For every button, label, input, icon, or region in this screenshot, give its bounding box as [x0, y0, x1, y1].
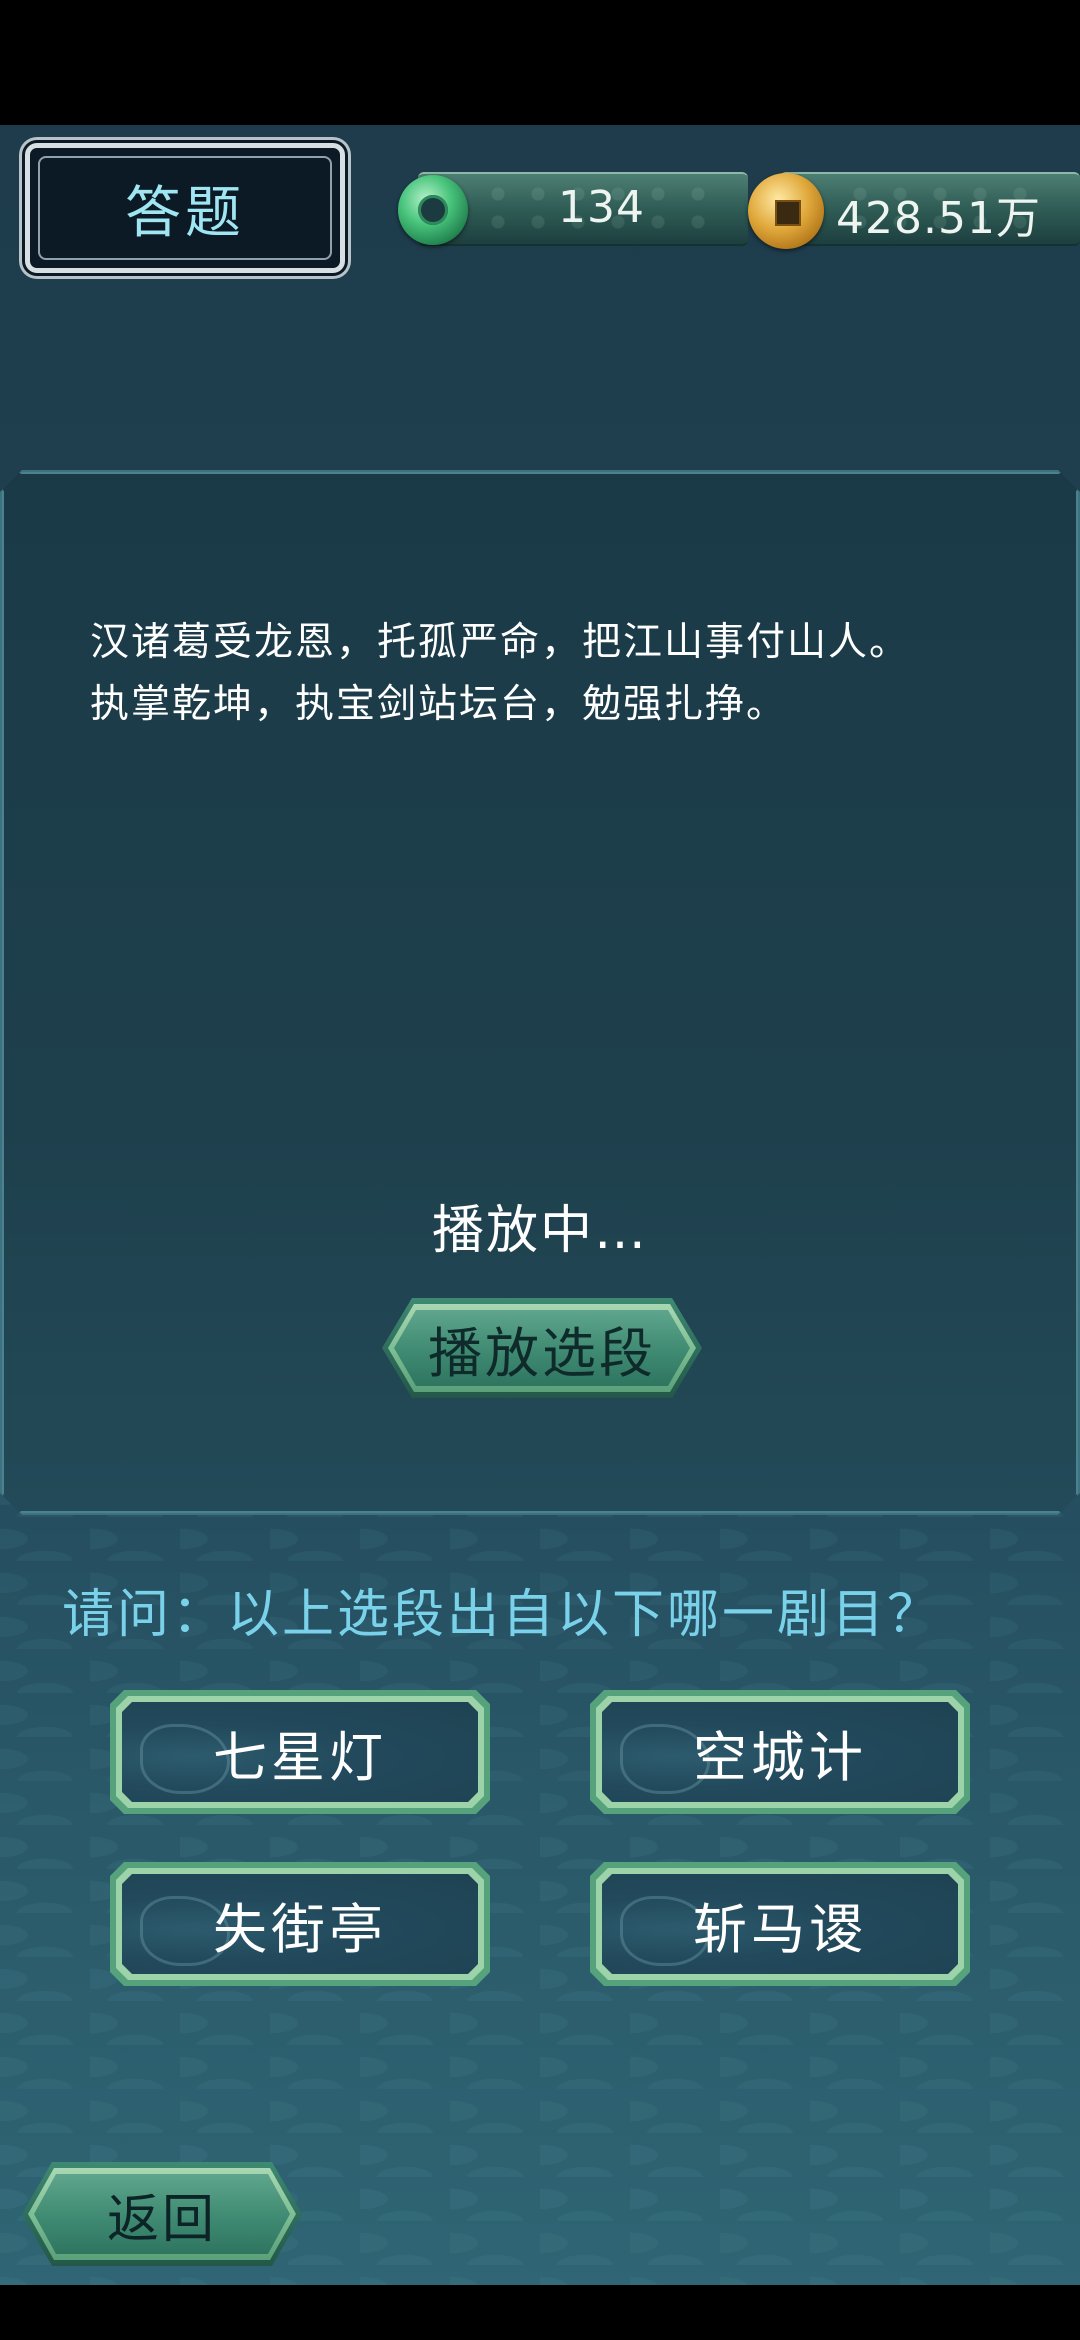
lyrics-line: 执掌乾坤，执宝剑站坛台，勉强扎挣。 — [90, 682, 788, 727]
answer-option[interactable]: 失街亭 — [110, 1862, 490, 1986]
answer-option[interactable]: 斩马谡 — [590, 1862, 970, 1986]
answer-option[interactable]: 空城计 — [590, 1690, 970, 1814]
playback-status: 播放中… — [431, 1201, 648, 1261]
page-title: 答题 — [125, 180, 245, 246]
coin-balance-bar[interactable]: 428.51万 — [780, 172, 1080, 246]
answer-option-face: 空城计 — [602, 1702, 958, 1802]
jade-count: 134 — [558, 182, 645, 233]
answer-option-label: 空城计 — [693, 1725, 867, 1789]
answer-option-label: 七星灯 — [213, 1725, 387, 1789]
question-text: 请问：以上选段出自以下哪一剧目？ — [62, 1585, 943, 1645]
copper-coin-icon — [748, 173, 824, 249]
answer-option-label: 斩马谡 — [693, 1897, 867, 1961]
lyrics-text: 汉诸葛受龙恩，托孤严命，把江山事付山人。 执掌乾坤，执宝剑站坛台，勉强扎挣。 — [90, 612, 1010, 736]
answer-option-face: 失街亭 — [122, 1874, 478, 1974]
navigation-bar — [0, 2285, 1080, 2340]
title-plate: 答题 — [25, 143, 345, 273]
lyrics-line: 汉诸葛受龙恩，托孤严命，把江山事付山人。 — [90, 620, 911, 665]
coin-amount: 428.51万 — [836, 193, 1041, 244]
answer-option[interactable]: 七星灯 — [110, 1690, 490, 1814]
play-excerpt-button[interactable]: 播放选段 — [382, 1298, 702, 1398]
answer-option-face: 斩马谡 — [602, 1874, 958, 1974]
answer-option-face: 七星灯 — [122, 1702, 478, 1802]
answer-option-label: 失街亭 — [213, 1897, 387, 1961]
jade-disc-icon — [398, 175, 468, 245]
play-excerpt-label: 播放选段 — [428, 1321, 656, 1385]
back-button[interactable]: 返回 — [22, 2162, 302, 2266]
back-button-label: 返回 — [106, 2189, 217, 2250]
status-bar — [0, 0, 1080, 125]
